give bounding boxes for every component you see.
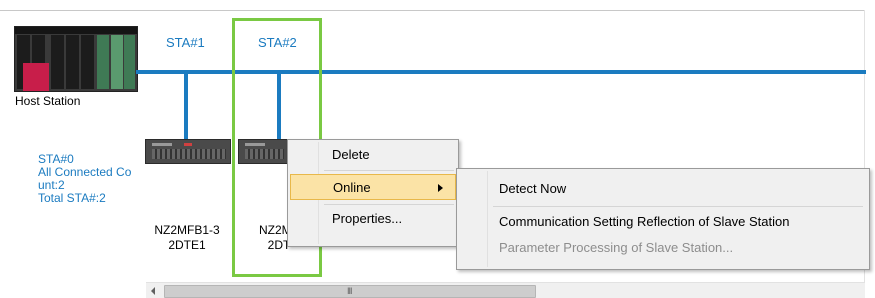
info-line: Total STA#:2 <box>38 191 106 205</box>
module-slot <box>66 35 79 89</box>
online-submenu: Detect Now Communication Setting Reflect… <box>456 168 870 270</box>
menu-item-properties[interactable]: Properties... <box>290 206 456 232</box>
device-model-suffix: 2DTE1 <box>168 238 206 252</box>
context-menu: Delete Online Properties... <box>287 139 459 247</box>
device-name-sta1: NZ2MFB1-3 2DTE1 <box>145 223 229 253</box>
device-indicator <box>152 143 172 146</box>
network-info: STA#0 All Connected Co unt:2 Total STA#:… <box>38 153 131 205</box>
submenu-item-communication-setting-reflection[interactable]: Communication Setting Reflection of Slav… <box>459 209 867 235</box>
module-slot <box>51 35 64 89</box>
terminal-rail <box>152 149 226 159</box>
slave-device-sta2[interactable] <box>238 139 289 164</box>
top-divider <box>0 10 865 11</box>
menu-item-delete[interactable]: Delete <box>290 142 456 168</box>
device-indicator <box>245 143 265 146</box>
scrollbar-grip: III <box>347 286 352 296</box>
module-top-bar <box>15 27 137 34</box>
scroll-left-icon[interactable] <box>146 283 162 298</box>
submenu-item-parameter-processing: Parameter Processing of Slave Station... <box>499 240 734 255</box>
slave-device-sta1[interactable] <box>145 139 231 164</box>
menu-separator <box>493 206 863 207</box>
host-station-module[interactable] <box>14 26 138 92</box>
submenu-item-detect-now[interactable]: Detect Now <box>459 176 867 202</box>
menu-separator <box>324 170 454 171</box>
network-unit <box>97 35 109 89</box>
terminal-rail <box>245 149 284 159</box>
host-station-label: Host Station <box>15 94 81 108</box>
network-drop-sta1 <box>184 70 188 140</box>
submenu-arrow-icon <box>438 184 443 192</box>
menu-item-online-label: Online <box>333 180 371 195</box>
device-led <box>184 143 192 146</box>
menu-separator <box>324 204 454 205</box>
menu-item-online[interactable]: Online <box>290 174 456 200</box>
horizontal-scrollbar[interactable]: III <box>146 282 865 298</box>
network-unit <box>124 35 135 89</box>
scrollbar-thumb[interactable]: III <box>164 285 536 298</box>
device-model: NZ2MFB1-3 <box>154 223 220 237</box>
cpu-unit <box>23 63 49 91</box>
network-unit <box>111 35 123 89</box>
module-slot <box>81 35 94 89</box>
station-label-sta1: STA#1 <box>166 35 205 50</box>
